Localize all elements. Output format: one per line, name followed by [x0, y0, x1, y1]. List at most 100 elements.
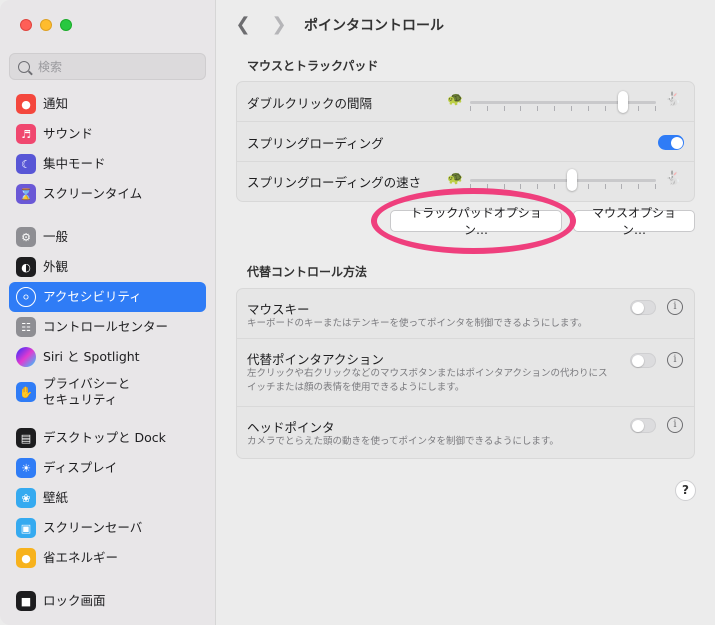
mouse-keys-row: マウスキー キーボードのキーまたはテンキーを使ってポインタを制御できるようにしま… [237, 289, 694, 339]
accessibility-icon: ⚪ [16, 287, 36, 307]
appearance-icon: ◐ [16, 257, 36, 277]
sidebar: ● 通知 ♬ サウンド ☾ 集中モード ⌛ スクリーンタイム ⚙ 一般 ◐ [0, 0, 216, 625]
mouse-keys-label: マウスキー [247, 302, 310, 317]
sidebar-nav: ● 通知 ♬ サウンド ☾ 集中モード ⌛ スクリーンタイム ⚙ 一般 ◐ 外観… [9, 88, 206, 616]
highlight-circle [371, 188, 576, 254]
alt-pointer-desc: 左クリックや右クリックなどのマウスボタンまたはポインタアクションの代わりにスイッ… [247, 368, 608, 393]
slider-tick [605, 184, 606, 189]
alt-pointer-toggle[interactable] [630, 353, 656, 368]
slider-tick [554, 106, 555, 111]
slider-tick [520, 184, 521, 189]
slider-tick [554, 184, 555, 189]
slider-tick [638, 106, 639, 111]
sidebar-item-screen-time[interactable]: ⌛ スクリーンタイム [9, 179, 206, 209]
slider-tick [588, 106, 589, 111]
search-input[interactable] [38, 59, 188, 74]
mouse-keys-toggle[interactable] [630, 300, 656, 315]
sidebar-item-wallpaper[interactable]: ❀ 壁紙 [9, 483, 206, 513]
info-icon[interactable]: i [667, 417, 683, 433]
sidebar-item-label: 通知 [43, 96, 69, 111]
sidebar-item-lock-screen[interactable]: ■ ロック画面 [9, 586, 206, 616]
sidebar-item-label: Siri と Spotlight [43, 349, 140, 364]
spring-loading-toggle[interactable] [658, 135, 684, 150]
alt-pointer-label: 代替ポインタアクション [247, 352, 384, 367]
slider-tick [537, 184, 538, 189]
alt-control-card: マウスキー キーボードのキーまたはテンキーを使ってポインタを制御できるようにしま… [236, 288, 695, 459]
sidebar-item-accessibility[interactable]: ⚪ アクセシビリティ [9, 282, 206, 312]
mouse-options-button[interactable]: マウスオプション… [573, 206, 695, 237]
sun-icon: ☀ [16, 458, 36, 478]
window-controls [20, 19, 72, 31]
sidebar-item-energy[interactable]: ● 省エネルギー [9, 543, 206, 573]
head-pointer-label: ヘッドポインタ [247, 420, 335, 435]
double-click-slider[interactable] [470, 91, 656, 113]
back-arrow-icon[interactable]: ❮ [233, 14, 253, 35]
main-pane: ❮ ❯ ポインタコントロール マウスとトラックパッド ダブルクリックの間隔 🐢 … [216, 0, 715, 625]
slider-tick [504, 106, 505, 111]
slider-tick [655, 184, 656, 189]
slider-knob[interactable] [567, 169, 577, 191]
hourglass-icon: ⌛ [16, 184, 36, 204]
sidebar-item-label: 壁紙 [43, 490, 69, 505]
spring-speed-slider[interactable] [470, 169, 656, 191]
sidebar-item-label: ロック画面 [43, 593, 106, 608]
sidebar-item-label: 外観 [43, 259, 69, 274]
bulb-icon: ● [16, 548, 36, 568]
sidebar-item-label: スクリーンタイム [43, 186, 143, 201]
sidebar-item-label: デスクトップと Dock [43, 430, 166, 445]
sidebar-item-appearance[interactable]: ◐ 外観 [9, 252, 206, 282]
search-box[interactable] [9, 53, 206, 80]
lock-icon: ■ [16, 591, 36, 611]
sidebar-item-control-center[interactable]: ☷ コントロールセンター [9, 312, 206, 342]
siri-icon [16, 347, 36, 367]
page-title: ポインタコントロール [304, 18, 444, 34]
slider-knob[interactable] [618, 91, 628, 113]
section-title-alt: 代替コントロール方法 [247, 265, 368, 279]
info-icon[interactable]: i [667, 352, 683, 368]
sidebar-item-desktop-dock[interactable]: ▤ デスクトップと Dock [9, 423, 206, 453]
dock-icon: ▤ [16, 428, 36, 448]
sidebar-item-label: ディスプレイ [43, 460, 118, 475]
control-center-icon: ☷ [16, 317, 36, 337]
head-pointer-row: ヘッドポインタ カメラでとらえた頭の動きを使ってポインタを制御できるようにします… [237, 407, 694, 459]
sidebar-item-sound[interactable]: ♬ サウンド [9, 119, 206, 149]
spring-loading-row: スプリングローディング [237, 122, 694, 162]
slider-tick [588, 184, 589, 189]
sidebar-item-label: サウンド [43, 126, 94, 141]
double-click-label: ダブルクリックの間隔 [247, 96, 373, 111]
info-icon[interactable]: i [667, 299, 683, 315]
hare-icon: 🐇 [665, 171, 682, 186]
slider-tick [504, 184, 505, 189]
settings-window: ● 通知 ♬ サウンド ☾ 集中モード ⌛ スクリーンタイム ⚙ 一般 ◐ [0, 0, 715, 625]
search-icon [18, 60, 30, 73]
sidebar-item-notifications[interactable]: ● 通知 [9, 89, 206, 119]
sidebar-item-displays[interactable]: ☀ ディスプレイ [9, 453, 206, 483]
head-pointer-desc: カメラでとらえた頭の動きを使ってポインタを制御できるようにします。 [247, 436, 559, 447]
sidebar-item-privacy[interactable]: ✋ プライバシーと セキュリティ [9, 372, 206, 412]
slider-tick [520, 106, 521, 111]
double-click-row: ダブルクリックの間隔 🐢 🐇 [237, 82, 694, 122]
zoom-button[interactable] [60, 19, 72, 31]
sidebar-item-general[interactable]: ⚙ 一般 [9, 222, 206, 252]
sidebar-item-focus[interactable]: ☾ 集中モード [9, 149, 206, 179]
sidebar-item-screensaver[interactable]: ▣ スクリーンセーバ [9, 513, 206, 543]
bell-icon: ● [16, 94, 36, 114]
sidebar-item-label: 一般 [43, 229, 69, 244]
sidebar-item-siri-spotlight[interactable]: Siri と Spotlight [9, 342, 206, 372]
minimize-button[interactable] [40, 19, 52, 31]
slider-tick [621, 184, 622, 189]
sidebar-item-label: アクセシビリティ [43, 289, 142, 304]
screensaver-icon: ▣ [16, 518, 36, 538]
sidebar-item-label: 省エネルギー [43, 550, 119, 565]
slider-tick [655, 106, 656, 111]
turtle-icon: 🐢 [447, 171, 464, 186]
help-button[interactable]: ? [675, 480, 696, 501]
head-pointer-toggle[interactable] [630, 418, 656, 433]
forward-arrow-icon[interactable]: ❯ [269, 14, 289, 35]
close-button[interactable] [20, 19, 32, 31]
gear-icon: ⚙ [16, 227, 36, 247]
slider-tick [487, 106, 488, 111]
sidebar-item-label: スクリーンセーバ [43, 520, 143, 535]
slider-tick [571, 106, 572, 111]
section-title-mouse: マウスとトラックパッド [247, 59, 379, 73]
